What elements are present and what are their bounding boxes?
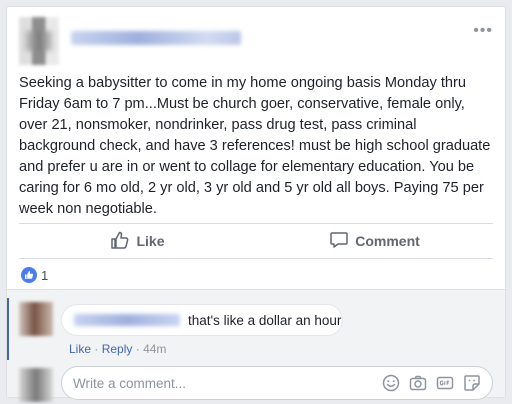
comment-composer[interactable] (61, 366, 493, 400)
comment-timestamp[interactable]: 44m (143, 342, 166, 356)
author-avatar[interactable] (19, 17, 59, 65)
sticker-icon[interactable] (462, 373, 482, 393)
comment-button[interactable]: Comment (256, 230, 493, 253)
meta-separator: · (94, 342, 99, 356)
post-actions: Like Comment (19, 223, 493, 259)
comment-meta: Like · Reply · 44m (69, 342, 166, 356)
more-options-icon[interactable]: ••• (473, 23, 493, 39)
comment-label: Comment (355, 233, 420, 249)
thumbs-up-icon (110, 230, 130, 253)
author-name-redacted[interactable] (71, 31, 241, 45)
comment-bubble-icon (329, 230, 349, 253)
reaction-summary[interactable]: 1 (21, 266, 48, 284)
new-comment-indicator (7, 298, 9, 360)
comment-bubble: that's like a dollar an hour (61, 304, 343, 336)
commenter-avatar[interactable] (19, 302, 53, 336)
comment-like-link[interactable]: Like (69, 342, 91, 356)
gif-icon[interactable] (435, 373, 455, 393)
like-reaction-icon (21, 267, 37, 283)
composer-tools (381, 373, 482, 393)
comments-section: that's like a dollar an hour Like · Repl… (7, 289, 505, 402)
comment-input[interactable] (73, 375, 373, 391)
camera-icon[interactable] (408, 373, 428, 393)
meta-separator: · (135, 342, 140, 356)
commenter-name-redacted[interactable] (74, 314, 180, 326)
viewer-avatar (19, 368, 53, 402)
post-card: ••• Seeking a babysitter to come in my h… (6, 6, 506, 402)
post-text: Seeking a babysitter to come in my home … (19, 75, 491, 217)
like-label: Like (136, 233, 165, 249)
like-button[interactable]: Like (19, 230, 256, 253)
reaction-count: 1 (41, 267, 49, 283)
emoji-icon[interactable] (381, 373, 401, 393)
comment-text: that's like a dollar an hour (188, 312, 342, 328)
post-header: ••• (19, 17, 495, 67)
comment-reply-link[interactable]: Reply (102, 342, 133, 356)
